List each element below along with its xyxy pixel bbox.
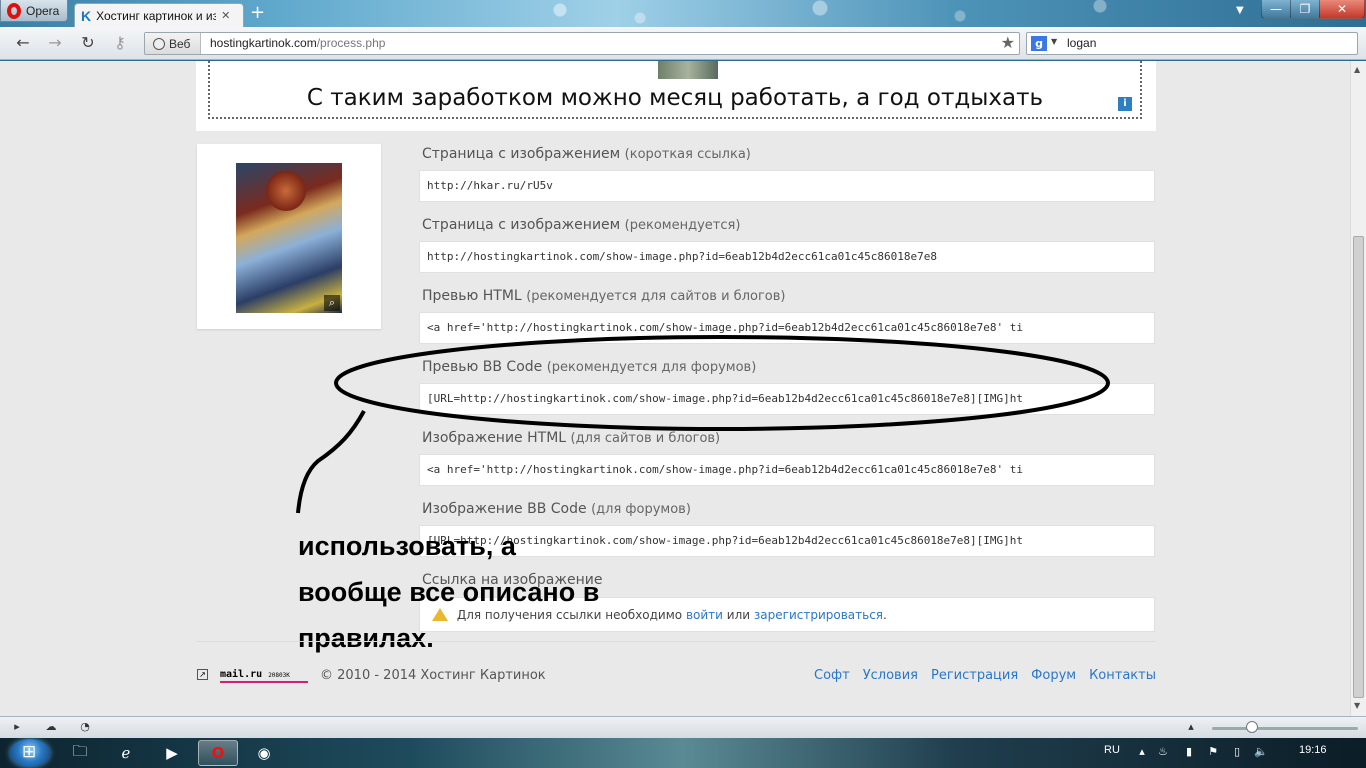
turbo-speed-icon[interactable]: ◔ [78,720,92,734]
zoom-slider-track[interactable] [1212,727,1358,730]
ad-banner-image [658,61,718,79]
field-label-image-bbcode: Изображение BB Code (для форумов) [422,501,691,517]
field-label-image-page: Страница с изображением (рекомендуется) [422,217,741,233]
short-link-field[interactable]: http://hkar.ru/rU5v [419,170,1155,202]
annotation-pointer-line [296,410,366,514]
opera-taskbar-icon[interactable]: O [198,740,238,766]
register-link[interactable]: зарегистрироваться [754,608,883,622]
address-bar[interactable]: Веб hostingkartinok.com/process.php ★ [144,32,1020,55]
tab-active[interactable]: K Хостинг картинок и из... ✕ [74,3,244,27]
footer-link-soft[interactable]: Софт [814,668,850,683]
reload-icon[interactable]: ↻ [77,33,99,53]
tab-menu-icon[interactable]: ▼ [1236,5,1244,16]
scrollbar-thumb[interactable] [1353,236,1364,698]
preview-bbcode-field[interactable]: [URL=http://hostingkartinok.com/show-ima… [419,383,1155,415]
image-html-field[interactable]: <a href='http://hostingkartinok.com/show… [419,454,1155,486]
opera-menu-label: Opera [26,3,60,18]
network-signal-icon[interactable]: ▮ [1182,745,1196,759]
field-label-preview-bbcode: Превью BB Code (рекомендуется для форумо… [422,359,757,375]
close-window-button[interactable]: ✕ [1319,0,1365,19]
annotation-line-2: вообще все описано в [298,577,600,607]
bookmark-star-icon[interactable]: ★ [1001,33,1015,52]
vertical-scrollbar[interactable]: ▲ ▼ [1350,61,1366,716]
image-thumbnail-card[interactable]: ⌕ [197,144,381,329]
field-label-short-link: Страница с изображением (короткая ссылка… [422,146,751,162]
footer-link-contacts[interactable]: Контакты [1089,668,1156,683]
scroll-up-arrow-icon[interactable]: ▲ [1354,65,1360,74]
annotation-line-1: использовать, а [298,531,516,561]
chevron-down-icon[interactable]: ▼ [1051,37,1057,46]
browser-toolbar: ← → ↻ ⚷ Веб hostingkartinok.com/process.… [0,27,1366,60]
language-indicator[interactable]: RU [1104,744,1120,756]
login-link[interactable]: войти [686,608,723,622]
preview-html-field[interactable]: <a href='http://hostingkartinok.com/show… [419,312,1155,344]
windows-taskbar: 🗀 ℯ ▶ O ◉ RU ▴ ♨ ▮ ⚑ ▯ 🔈 19:16 [0,738,1366,768]
url-host: hostingkartinok.com [210,36,317,50]
zoom-slider-knob[interactable] [1246,721,1258,733]
internet-explorer-icon[interactable]: ℯ [106,740,146,766]
close-tab-icon[interactable]: ✕ [221,9,230,22]
opera-logo-icon [7,2,21,19]
search-input[interactable]: logan [1067,36,1096,50]
tab-title: Хостинг картинок и из... [96,8,217,23]
action-center-flag-icon[interactable]: ⚑ [1206,745,1220,759]
clock-time[interactable]: 19:16 [1299,744,1327,756]
ad-banner[interactable]: С таким заработком можно месяц работать,… [196,61,1156,131]
footer-link-terms[interactable]: Условия [863,668,918,683]
field-label-preview-html: Превью HTML (рекомендуется для сайтов и … [422,288,786,304]
ad-banner-frame: С таким заработком можно месяц работать,… [208,61,1142,119]
cloud-sync-icon[interactable]: ☁ [44,720,58,734]
volume-speaker-icon[interactable]: 🔈 [1254,745,1268,759]
image-page-link-field[interactable]: http://hostingkartinok.com/show-image.ph… [419,241,1155,273]
page-viewport: С таким заработком можно месяц работать,… [0,61,1350,716]
notice-suffix: . [883,608,887,622]
new-tab-button[interactable]: + [250,4,268,23]
media-player-icon[interactable]: ▶ [152,740,192,766]
windows-start-button[interactable] [10,739,50,767]
steam-tray-icon[interactable]: ♨ [1156,745,1170,759]
url-path: /process.php [316,36,386,50]
browser-status-bar: ▸ ☁ ◔ ▴ [0,716,1366,738]
footer-link-forum[interactable]: Форум [1031,668,1076,683]
tray-expand-icon[interactable]: ▴ [1135,745,1149,759]
panel-toggle-icon[interactable]: ▸ [10,720,24,734]
uploaded-image-thumbnail[interactable]: ⌕ [236,163,342,313]
chrome-taskbar-icon[interactable]: ◉ [244,740,284,766]
search-box[interactable]: g ▼ logan [1026,32,1358,55]
forward-arrow-icon[interactable]: → [44,33,66,53]
back-arrow-icon[interactable]: ← [12,33,34,53]
globe-icon [153,37,165,50]
file-explorer-icon[interactable]: 🗀 [60,740,100,766]
footer-nav: Софт Условия Регистрация Форум Контакты [814,668,1156,683]
ad-info-icon[interactable]: i [1118,97,1132,111]
view-options-icon[interactable]: ▴ [1184,720,1198,734]
scroll-down-arrow-icon[interactable]: ▼ [1354,701,1360,710]
opera-menu-button[interactable]: Opera [0,0,68,22]
footer-link-registration[interactable]: Регистрация [931,668,1018,683]
site-favicon-icon: K [81,7,92,24]
google-search-engine-icon[interactable]: g [1031,36,1047,51]
minimize-button[interactable]: — [1261,0,1291,19]
url-text[interactable]: hostingkartinok.com/process.php [210,36,385,50]
address-badge[interactable]: Веб [145,33,201,54]
mailru-counter[interactable]: mail.ru 20803K [220,669,308,683]
footer-divider [196,641,1156,642]
key-icon[interactable]: ⚷ [109,33,131,53]
notice-middle: или [726,608,751,622]
annotation-line-3: правилах. [298,623,434,653]
ad-banner-text[interactable]: С таким заработком можно месяц работать,… [210,85,1140,111]
battery-icon[interactable]: ▯ [1230,745,1244,759]
copyright-text: © 2010 - 2014 Хостинг Картинок [320,668,546,683]
field-label-image-html: Изображение HTML (для сайтов и блогов) [422,430,721,446]
zoom-magnifier-icon[interactable]: ⌕ [324,295,340,311]
restore-button[interactable]: ❐ [1290,0,1320,19]
external-link-icon[interactable]: ↗ [197,669,208,680]
address-badge-label: Веб [169,36,191,51]
